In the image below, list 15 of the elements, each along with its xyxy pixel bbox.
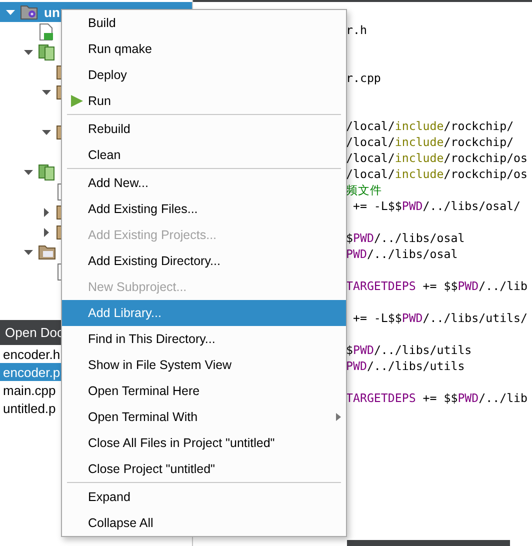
code-line: TARGETDEPS += $$PWD/../lib [346, 390, 529, 406]
code-line: /local/include/rockchip/os [346, 166, 529, 182]
code-line: += -L$$PWD/../libs/osal/ [352, 198, 522, 214]
code-line: /local/include/rockchip/ [346, 118, 515, 134]
code-line: r.cpp [346, 70, 382, 86]
code-line: 频文件 [346, 182, 383, 198]
code-line: += -L$$PWD/../libs/utils/ [352, 310, 528, 326]
code-line: TARGETDEPS += $$PWD/../lib [346, 278, 529, 294]
code-line: PWD/../libs/osal [346, 246, 459, 262]
code-line: $PWD/../libs/osal [346, 230, 466, 246]
code-line: $PWD/../libs/utils [346, 342, 473, 358]
code-line: /local/include/rockchip/ [346, 134, 515, 150]
code-line: /local/include/rockchip/os [346, 150, 529, 166]
code-line: r.h [346, 22, 368, 38]
code-line: PWD/../libs/utils [346, 358, 466, 374]
